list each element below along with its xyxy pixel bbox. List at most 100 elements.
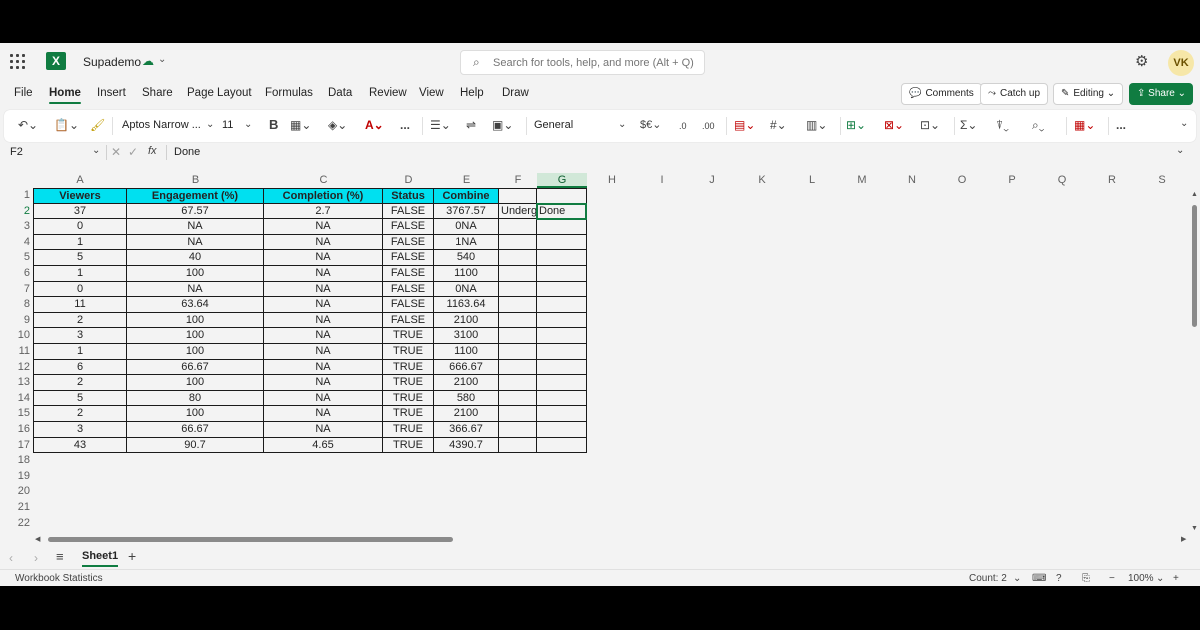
table-cell[interactable]: NA	[264, 328, 383, 344]
table-cell[interactable]: FALSE	[383, 297, 434, 313]
more-options-icon[interactable]: ...	[1116, 118, 1126, 132]
table-cell[interactable]: NA	[264, 312, 383, 329]
formula-input[interactable]: Done	[174, 146, 200, 158]
column-header[interactable]: B	[127, 173, 264, 188]
table-cell[interactable]: TRUE	[383, 390, 434, 407]
table-cell[interactable]: 3	[33, 328, 127, 344]
table-cell[interactable]: 5	[33, 250, 127, 266]
table-cell[interactable]	[499, 422, 537, 438]
column-header[interactable]: L	[787, 173, 837, 188]
table-cell[interactable]: TRUE	[383, 422, 434, 438]
table-cell[interactable]: 40	[127, 250, 264, 266]
column-header[interactable]: S	[1137, 173, 1187, 188]
table-cell[interactable]: NA	[127, 281, 264, 298]
editing-button[interactable]: ✎ Editing ⌄	[1053, 83, 1124, 105]
more-icon[interactable]: ...	[400, 118, 410, 132]
column-header[interactable]: M	[837, 173, 887, 188]
table-cell[interactable]: 100	[127, 406, 264, 422]
table-cell[interactable]: 67.57	[127, 203, 264, 220]
all-sheets-icon[interactable]: ≡	[56, 549, 64, 564]
tab-file[interactable]: File	[14, 87, 33, 99]
table-cell[interactable]: 63.64	[127, 297, 264, 313]
feedback-icon[interactable]: ⎘	[1082, 573, 1090, 584]
autosum-icon[interactable]: Σ⌄	[960, 118, 977, 132]
table-cell[interactable]: TRUE	[383, 328, 434, 344]
table-cell[interactable]: NA	[127, 219, 264, 235]
chevron-down-icon[interactable]: ⌄	[1013, 573, 1021, 584]
ribbon-collapse-icon[interactable]: ⌄	[1180, 118, 1188, 129]
horizontal-scrollbar[interactable]: ◀ ▶	[33, 534, 1189, 544]
row-header[interactable]: 18	[0, 453, 33, 469]
table-cell[interactable]: NA	[127, 234, 264, 251]
tab-insert[interactable]: Insert	[97, 87, 126, 99]
table-header-cell[interactable]: Combine	[434, 188, 499, 204]
column-header[interactable]: R	[1087, 173, 1137, 188]
tab-formulas[interactable]: Formulas	[265, 87, 313, 99]
select-all-corner[interactable]	[0, 173, 33, 188]
table-cell[interactable]: 2100	[434, 406, 499, 422]
table-cell[interactable]: 2100	[434, 312, 499, 329]
currency-icon[interactable]: $€⌄	[640, 118, 661, 131]
share-button[interactable]: ⇪ Share ⌄	[1129, 83, 1193, 105]
format-as-table-icon[interactable]: #⌄	[770, 118, 787, 132]
chevron-down-icon[interactable]: ⌄	[158, 54, 166, 65]
font-color-icon[interactable]: A⌄	[365, 118, 384, 132]
column-header[interactable]: F	[499, 173, 537, 188]
row-header[interactable]: 16	[0, 422, 33, 438]
chevron-down-icon[interactable]: ⌄	[1156, 573, 1164, 584]
table-cell[interactable]	[499, 437, 537, 454]
count-readout[interactable]: Count: 2	[969, 573, 1007, 584]
table-cell[interactable]: NA	[264, 234, 383, 251]
font-name-select[interactable]: Aptos Narrow ...	[122, 119, 201, 131]
table-cell[interactable]: 4.65	[264, 437, 383, 454]
table-cell[interactable]	[537, 375, 587, 391]
table-cell[interactable]: TRUE	[383, 344, 434, 360]
table-cell[interactable]: 2.7	[264, 203, 383, 220]
row-header[interactable]: 21	[0, 500, 33, 516]
table-cell[interactable]	[499, 312, 537, 329]
table-cell[interactable]	[537, 250, 587, 266]
tab-help[interactable]: Help	[460, 87, 484, 99]
row-header[interactable]: 2	[0, 204, 33, 220]
table-cell[interactable]: NA	[264, 219, 383, 235]
gear-icon[interactable]: ⚙	[1135, 52, 1148, 70]
table-cell[interactable]: NA	[264, 297, 383, 313]
row-header[interactable]: 10	[0, 328, 33, 344]
table-cell[interactable]	[499, 390, 537, 407]
table-cell[interactable]: 3100	[434, 328, 499, 344]
cell-styles-icon[interactable]: ▥⌄	[806, 118, 827, 132]
column-header[interactable]: A	[33, 173, 127, 188]
table-cell[interactable]	[537, 422, 587, 438]
table-cell[interactable]: FALSE	[383, 203, 434, 220]
table-cell[interactable]	[537, 266, 587, 282]
bold-button[interactable]: B	[269, 117, 278, 132]
cloud-saved-icon[interactable]: ☁	[142, 54, 154, 68]
row-header[interactable]: 15	[0, 406, 33, 422]
tab-view[interactable]: View	[419, 87, 444, 99]
align-icon[interactable]: ☰⌄	[430, 118, 451, 132]
table-cell[interactable]: 11	[33, 297, 127, 313]
table-cell[interactable]: 5	[33, 390, 127, 407]
table-cell[interactable]: TRUE	[383, 437, 434, 454]
table-cell[interactable]: NA	[264, 406, 383, 422]
row-header[interactable]: 7	[0, 282, 33, 298]
tab-draw[interactable]: Draw	[502, 87, 529, 99]
table-header-cell[interactable]: Completion (%)	[264, 188, 383, 204]
table-cell[interactable]: TRUE	[383, 406, 434, 422]
row-header[interactable]: 14	[0, 391, 33, 407]
add-ins-icon[interactable]: ▦⌄	[1074, 118, 1095, 132]
catch-up-button[interactable]: ⤳ Catch up	[980, 83, 1049, 105]
tab-review[interactable]: Review	[369, 87, 407, 99]
table-cell[interactable]: NA	[264, 359, 383, 376]
zoom-level[interactable]: 100%	[1128, 573, 1154, 584]
row-header[interactable]: 12	[0, 360, 33, 376]
table-cell[interactable]: TRUE	[383, 375, 434, 391]
row-header[interactable]: 20	[0, 484, 33, 500]
table-cell[interactable]: 1100	[434, 344, 499, 360]
table-cell[interactable]: 2	[33, 312, 127, 329]
table-cell[interactable]	[537, 437, 587, 454]
row-header[interactable]: 22	[0, 516, 33, 532]
table-header-cell[interactable]: Viewers	[33, 188, 127, 204]
table-cell[interactable]	[537, 359, 587, 376]
table-cell[interactable]: NA	[264, 390, 383, 407]
